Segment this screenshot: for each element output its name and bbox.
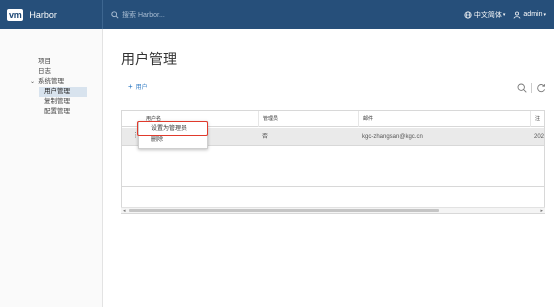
globe-icon [464,10,472,19]
sidebar-item-projects[interactable]: 项目 [0,57,102,67]
sidebar-group-label: 系统管理 [38,78,64,85]
add-user-button[interactable]: + 用户 [128,82,148,91]
global-search[interactable]: 搜索 Harbor... [111,10,165,20]
sidebar-item-logs[interactable]: 日志 [0,67,102,77]
divider [531,83,532,93]
vm-logo: vm [7,8,24,21]
highlight-annotation [137,121,208,136]
cell-admin: 否 [262,134,269,140]
cell-email: kgc-zhangsan@kgc.cn [362,134,423,140]
username-label: admin [523,11,543,18]
add-user-label: 用户 [135,85,148,91]
brand-name: Harbor [29,9,57,20]
sidebar-group-system-admin[interactable]: ⌄ 系统管理 [0,77,102,87]
main-content: 用户管理 + 用户 用户名 管理员 邮件 注册 ⋮ 否 kgc-zhangsan… [104,29,554,307]
column-header-admin[interactable]: 管理员 [258,111,278,127]
page-title: 用户管理 [121,51,177,67]
chevron-down-icon: ▾ [502,11,506,18]
search-input[interactable]: 搜索 Harbor... [122,10,165,20]
scroll-left-icon[interactable]: ◂ [123,208,126,214]
horizontal-scrollbar[interactable]: ◂ ▸ [121,207,545,214]
user-icon [514,11,521,19]
cell-registered: 202 [534,134,545,140]
language-label: 中文简体 [473,11,502,19]
brand[interactable]: vm Harbor [0,0,103,29]
column-header-email[interactable]: 邮件 [358,111,373,127]
scrollbar-thumb[interactable] [129,209,439,212]
sidebar-item-configuration[interactable]: 配置管理 [0,107,102,117]
scroll-right-icon[interactable]: ▸ [540,208,543,214]
table-empty-area [122,147,544,187]
column-header-registered[interactable]: 注册 [530,111,544,138]
language-selector[interactable]: 中文简体 ▾ [464,10,506,20]
search-icon [111,10,119,19]
chevron-down-icon: ▾ [543,11,546,18]
sidebar-item-user-management[interactable]: 用户管理 [39,87,87,97]
chevron-down-icon: ⌄ [30,79,36,85]
plus-icon: + [128,81,133,91]
sidebar-item-replication[interactable]: 复制管理 [0,97,102,107]
user-menu[interactable]: admin ▾ [513,11,546,19]
sidebar: 项目 日志 ⌄ 系统管理 用户管理 复制管理 配置管理 [0,29,103,307]
search-icon[interactable] [517,83,527,93]
menu-item-delete[interactable]: 删除 [139,135,207,146]
refresh-icon[interactable] [536,83,546,93]
top-navbar: vm Harbor 搜索 Harbor... 中文简体 ▾ admin ▾ [0,0,554,29]
